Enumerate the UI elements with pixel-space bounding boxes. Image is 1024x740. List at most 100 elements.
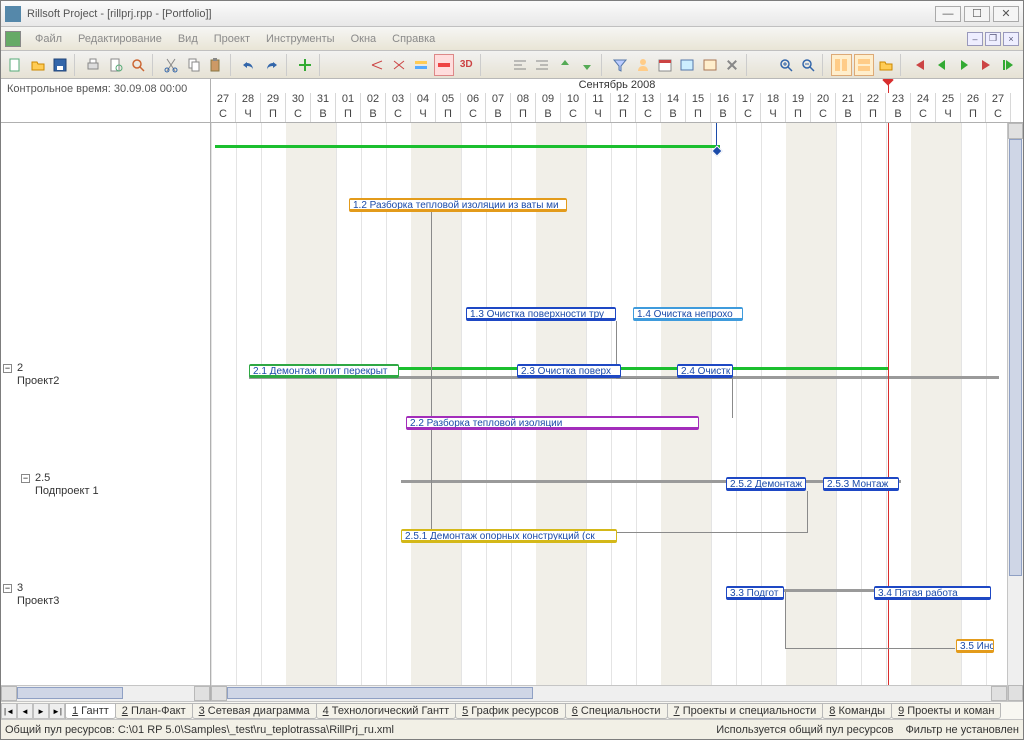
filter-icon[interactable]	[610, 54, 630, 76]
weekday-cell: Ч	[236, 108, 261, 122]
task-bar[interactable]: 2.5.1 Демонтаж опорных конструкций (ск	[401, 529, 617, 543]
vertical-scrollbar[interactable]	[1007, 123, 1023, 701]
toggle-icon[interactable]	[677, 54, 697, 76]
goto-start-icon[interactable]	[909, 54, 929, 76]
tree-row[interactable]: −2Проект2	[1, 362, 210, 387]
view-tab-7[interactable]: 7 Проекты и специальности	[667, 703, 824, 719]
task-bar[interactable]: 2.5.3 Монтаж	[823, 477, 899, 491]
3d-icon[interactable]: 3D	[456, 54, 476, 76]
preview-icon[interactable]	[105, 54, 125, 76]
time-control-label: Контрольное время: 30.09.08 00:00	[1, 79, 211, 122]
mdi-restore[interactable]: ❐	[985, 32, 1001, 46]
view-tab-2[interactable]: 2 План-Факт	[115, 703, 193, 719]
view-tab-3[interactable]: 3 Сетевая диаграмма	[192, 703, 317, 719]
tree-scroll-left[interactable]	[1, 686, 17, 701]
view-tab-8[interactable]: 8 Команды	[822, 703, 892, 719]
menu-view[interactable]: Вид	[170, 31, 206, 47]
critical-icon[interactable]	[434, 54, 454, 76]
remove-icon[interactable]	[722, 54, 742, 76]
task-bar[interactable]: 2.2 Разборка тепловой изоляции	[406, 416, 699, 430]
gantt-chart[interactable]: 1.2 Разборка тепловой изоляции из ваты м…	[211, 123, 1007, 701]
print-icon[interactable]	[83, 54, 103, 76]
view-tab-6[interactable]: 6 Специальности	[565, 703, 668, 719]
minimize-button[interactable]: —	[935, 6, 961, 22]
weekday-cell: С	[561, 108, 586, 122]
day-cell: 15	[686, 93, 711, 108]
add-icon[interactable]	[294, 54, 314, 76]
gantt-scroll-thumb[interactable]	[227, 687, 533, 699]
redo-icon[interactable]	[261, 54, 281, 76]
maximize-button[interactable]: ☐	[964, 6, 990, 22]
move-down-icon[interactable]	[577, 54, 597, 76]
folder2-icon[interactable]	[876, 54, 896, 76]
calendar-icon[interactable]	[655, 54, 675, 76]
task-bar[interactable]: 3.3 Подгот	[726, 586, 784, 600]
tab-nav-next[interactable]: ►	[33, 703, 49, 719]
mdi-close[interactable]: ×	[1003, 32, 1019, 46]
tab-nav-prev[interactable]: ◄	[17, 703, 33, 719]
task-bar[interactable]: 2.4 Очистк	[677, 364, 733, 378]
open-icon[interactable]	[27, 54, 47, 76]
move-up-icon[interactable]	[554, 54, 574, 76]
pane2-icon[interactable]	[854, 54, 874, 76]
indent-left-icon[interactable]	[510, 54, 530, 76]
find-icon[interactable]	[128, 54, 148, 76]
expand-toggle[interactable]: −	[21, 474, 30, 483]
task-bar[interactable]: 2.3 Очистка поверх	[517, 364, 621, 378]
day-cell: 24	[911, 93, 936, 108]
task-bar[interactable]: 3.5 Инс	[956, 639, 994, 653]
task-bar[interactable]: 2.5.2 Демонтаж	[726, 477, 806, 491]
today-icon[interactable]	[999, 54, 1019, 76]
weekday-cell: П	[261, 108, 286, 122]
menu-windows[interactable]: Окна	[343, 31, 385, 47]
tab-nav-first[interactable]: |◄	[1, 703, 17, 719]
cut-icon[interactable]	[161, 54, 181, 76]
menu-edit[interactable]: Редактирование	[70, 31, 170, 47]
task-bar[interactable]: 3.4 Пятая работа	[874, 586, 991, 600]
view-tab-5[interactable]: 5 График ресурсов	[455, 703, 566, 719]
view-tab-9[interactable]: 9 Проекты и коман	[891, 703, 1001, 719]
pane1-icon[interactable]	[831, 54, 851, 76]
goto-end-icon[interactable]	[976, 54, 996, 76]
view-tab-4[interactable]: 4 Технологический Гантт	[316, 703, 457, 719]
menu-tools[interactable]: Инструменты	[258, 31, 343, 47]
link-icon[interactable]	[366, 54, 386, 76]
gantt-scroll-left[interactable]	[211, 686, 227, 701]
weekday-cell: В	[886, 108, 911, 122]
view-tab-1[interactable]: 1 Гантт	[66, 703, 116, 719]
copy-icon[interactable]	[183, 54, 203, 76]
undo-icon[interactable]	[239, 54, 259, 76]
day-cell: 07	[486, 93, 511, 108]
zoom-in-icon[interactable]	[776, 54, 796, 76]
paste-icon[interactable]	[206, 54, 226, 76]
tree-scroll-right[interactable]	[194, 686, 210, 701]
weekday-cell: В	[836, 108, 861, 122]
menu-project[interactable]: Проект	[206, 31, 258, 47]
gantt-scroll-right[interactable]	[991, 686, 1007, 701]
zoom-out-icon[interactable]	[798, 54, 818, 76]
day-cell: 03	[386, 93, 411, 108]
tree-scroll-thumb[interactable]	[17, 687, 123, 699]
close-button[interactable]: ✕	[993, 6, 1019, 22]
baseline-icon[interactable]	[411, 54, 431, 76]
task-bar[interactable]: 1.2 Разборка тепловой изоляции из ваты м…	[349, 198, 567, 212]
expand-toggle[interactable]: −	[3, 584, 12, 593]
new-icon[interactable]	[5, 54, 25, 76]
save-icon[interactable]	[50, 54, 70, 76]
resource-icon[interactable]	[632, 54, 652, 76]
unlink-icon[interactable]	[389, 54, 409, 76]
expand-toggle[interactable]: −	[3, 364, 12, 373]
task-bar[interactable]: 1.4 Очистка непрохо	[633, 307, 743, 321]
menu-file[interactable]: Файл	[27, 31, 70, 47]
toggle2-icon[interactable]	[700, 54, 720, 76]
mdi-minimize[interactable]: –	[967, 32, 983, 46]
tab-nav-last[interactable]: ►|	[49, 703, 65, 719]
tree-row[interactable]: −3Проект3	[1, 582, 210, 607]
indent-right-icon[interactable]	[532, 54, 552, 76]
menu-help[interactable]: Справка	[384, 31, 443, 47]
tree-row[interactable]: −2.5Подпроект 1	[1, 472, 210, 497]
next-icon[interactable]	[954, 54, 974, 76]
prev-icon[interactable]	[931, 54, 951, 76]
task-bar[interactable]: 1.3 Очистка поверхности тру	[466, 307, 616, 321]
task-bar[interactable]: 2.1 Демонтаж плит перекрыт	[249, 364, 399, 378]
